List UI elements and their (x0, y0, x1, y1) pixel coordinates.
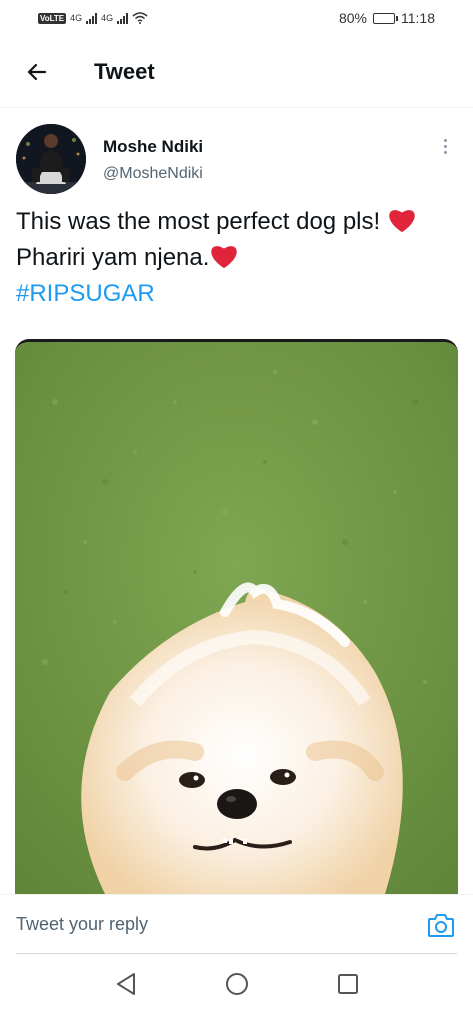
tweet-body: This was the most perfect dog pls! Phari… (16, 204, 456, 312)
page-title: Tweet (94, 58, 155, 84)
wifi-icon (132, 12, 148, 24)
reply-bar: Tweet your reply (0, 894, 473, 954)
camera-button[interactable] (425, 909, 457, 941)
more-options-button[interactable] (433, 134, 457, 158)
nav-home-button[interactable] (217, 964, 257, 1004)
author-info: Moshe Ndiki @MosheNdiki (103, 124, 203, 196)
status-bar: VoLTE 4G 4G 80% 11:18 (0, 0, 473, 36)
status-indicators: VoLTE 4G 4G (38, 12, 148, 24)
back-button[interactable] (11, 46, 63, 98)
hashtag-link[interactable]: #RIPSUGAR (16, 280, 155, 307)
dog-photo (15, 342, 458, 894)
more-dot (443, 150, 447, 154)
more-vertical-icon (443, 138, 447, 142)
more-dot (443, 144, 447, 148)
square-recents-icon (337, 974, 358, 994)
heart-emoji-icon (211, 246, 238, 269)
signal-2-label: 4G (101, 13, 114, 23)
heart-emoji-icon (389, 210, 415, 233)
signal-2-icon (117, 12, 129, 24)
clock: 11:18 (401, 10, 435, 26)
status-right: 80% 11:18 (339, 10, 435, 26)
reply-input[interactable]: Tweet your reply (16, 914, 425, 935)
tweet-photo[interactable] (15, 339, 458, 894)
system-nav-bar (0, 954, 473, 1014)
nav-back-button[interactable] (106, 964, 146, 1004)
avatar-image (16, 124, 86, 194)
author-name[interactable]: Moshe Ndiki (103, 137, 203, 157)
author-avatar[interactable] (16, 124, 86, 194)
signal-1-label: 4G (70, 13, 83, 23)
arrow-left-icon (27, 63, 47, 80)
tweet-author: Moshe Ndiki @MosheNdiki (16, 124, 459, 196)
signal-1-icon (86, 12, 98, 24)
author-handle[interactable]: @MosheNdiki (103, 165, 203, 183)
tweet-text-part-2: Phariri yam njena. (16, 244, 210, 271)
triangle-back-icon (116, 973, 135, 995)
camera-icon (428, 913, 454, 937)
battery-icon (373, 12, 398, 24)
nav-recents-button[interactable] (328, 964, 368, 1004)
volte-label: VoLTE (38, 12, 67, 24)
battery-percent: 80% (338, 10, 367, 26)
tweet-header: Tweet (0, 36, 473, 108)
tweet-text-part-1: This was the most perfect dog pls! (16, 208, 387, 235)
circle-home-icon (225, 973, 248, 995)
